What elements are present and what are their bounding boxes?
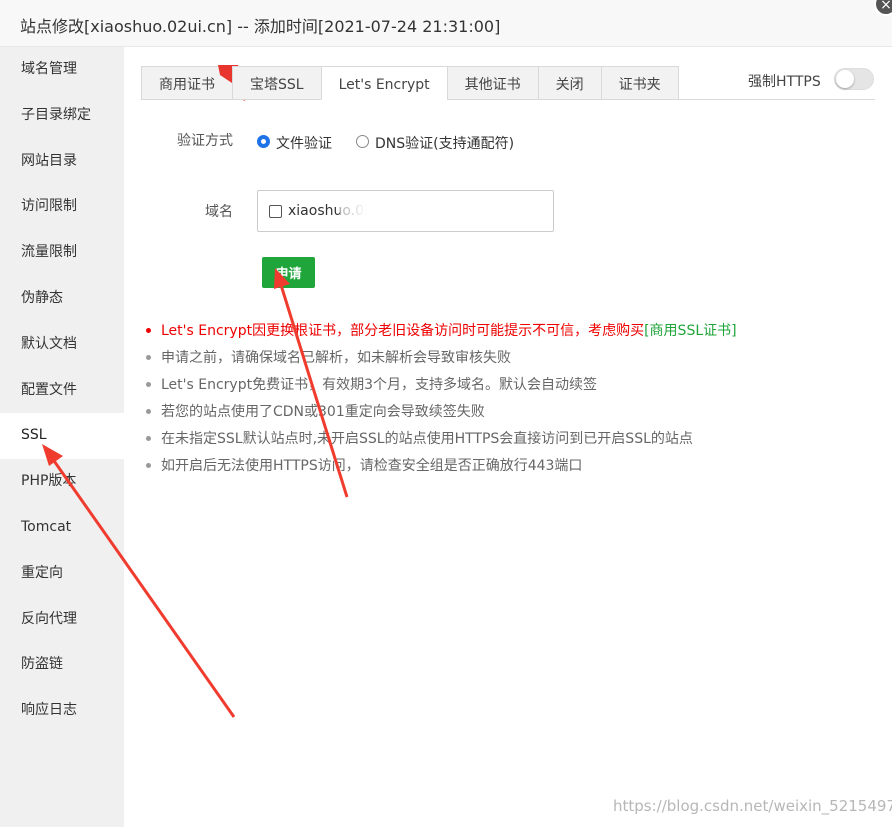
sidebar-item-domain-management[interactable]: 域名管理 [0,47,124,93]
tip-text: 在未指定SSL默认站点时,未开启SSL的站点使用HTTPS会直接访问到已开启SS… [161,431,693,447]
sidebar-item-rewrite[interactable]: 伪静态 [0,276,124,322]
tip-text: Let's Encrypt免费证书，有效期3个月，支持多域名。默认会自动续签 [161,377,597,393]
bullet-icon [146,328,151,333]
tip-item: 申请之前，请确保域名已解析，如未解析会导致审核失败 [146,347,737,374]
file-verify-radio[interactable] [257,135,270,148]
sidebar-item-hotlink-protection[interactable]: 防盗链 [0,642,124,688]
tab-close[interactable]: 关闭 [537,66,602,100]
tab-other-cert[interactable]: 其他证书 [446,66,539,100]
sidebar-item-response-log[interactable]: 响应日志 [0,688,124,734]
sidebar-item-ssl[interactable]: SSL [0,413,124,460]
sidebar-item-config-file[interactable]: 配置文件 [0,368,124,414]
title-bar: 站点修改[xiaoshuo.02ui.cn] -- 添加时间[2021-07-2… [0,0,892,47]
tab-lets-encrypt[interactable]: Let's Encrypt [320,66,448,100]
file-verify-label: 文件验证 [276,136,332,152]
apply-button[interactable]: 申请 [262,257,315,288]
sidebar-item-traffic-limit[interactable]: 流量限制 [0,230,124,276]
sidebar-item-reverse-proxy[interactable]: 反向代理 [0,597,124,643]
window-title: 站点修改[xiaoshuo.02ui.cn] -- 添加时间[2021-07-2… [20,17,501,36]
sidebar-item-tomcat[interactable]: Tomcat [0,505,124,551]
tab-cert-folder[interactable]: 证书夹 [600,66,679,100]
verify-method-label: 验证方式 [177,133,233,149]
dns-verify-radio[interactable] [356,135,369,148]
force-https-toggle[interactable] [834,68,874,90]
domain-label: 域名 [205,204,233,220]
tip-item: 若您的站点使用了CDN或301重定向会导致续签失败 [146,401,737,428]
bullet-icon [146,382,151,387]
toggle-knob [836,70,854,88]
redacted-mask [340,201,408,225]
commercial-ssl-link[interactable]: [商用SSL证书] [644,323,737,339]
bullet-icon [146,409,151,414]
tip-item: Let's Encrypt免费证书，有效期3个月，支持多域名。默认会自动续签 [146,374,737,401]
tab-commercial-cert[interactable]: 商用证书 推荐 [141,65,252,101]
tip-text: 申请之前，请确保域名已解析，如未解析会导致审核失败 [161,350,511,366]
tips-list: Let's Encrypt因更换根证书，部分老旧设备访问时可能提示不可信，考虑购… [146,320,737,482]
sidebar-item-default-document[interactable]: 默认文档 [0,322,124,368]
bullet-icon [146,355,151,360]
sidebar-item-access-limit[interactable]: 访问限制 [0,184,124,230]
tip-text: Let's Encrypt因更换根证书，部分老旧设备访问时可能提示不可信，考虑购… [161,323,645,339]
tip-text: 若您的站点使用了CDN或301重定向会导致续签失败 [161,404,485,420]
tab-label: 商用证书 [159,77,215,93]
sidebar-item-site-directory[interactable]: 网站目录 [0,139,124,185]
dns-verify-label: DNS验证(支持通配符) [375,136,515,152]
tip-item: Let's Encrypt因更换根证书，部分老旧设备访问时可能提示不可信，考虑购… [146,320,737,347]
sidebar: 域名管理 子目录绑定 网站目录 访问限制 流量限制 伪静态 默认文档 配置文件 … [0,47,124,827]
watermark: https://blog.csdn.net/weixin_52154971 [613,797,892,815]
force-https-label: 强制HTTPS [748,74,821,90]
tip-item: 在未指定SSL默认站点时,未开启SSL的站点使用HTTPS会直接访问到已开启SS… [146,428,737,455]
bullet-icon [146,436,151,441]
domain-checkbox[interactable] [269,205,282,218]
ssl-tabs: 商用证书 推荐 宝塔SSL Let's Encrypt 其他证书 关闭 证书夹 [141,65,679,101]
sidebar-item-php-version[interactable]: PHP版本 [0,459,124,505]
tip-item: 如开启后无法使用HTTPS访问，请检查安全组是否正确放行443端口 [146,455,737,482]
tip-text: 如开启后无法使用HTTPS访问，请检查安全组是否正确放行443端口 [161,458,583,474]
tab-baota-ssl[interactable]: 宝塔SSL [232,66,322,100]
sidebar-item-redirect[interactable]: 重定向 [0,551,124,597]
sidebar-item-subdirectory-binding[interactable]: 子目录绑定 [0,93,124,139]
bullet-icon [146,463,151,468]
